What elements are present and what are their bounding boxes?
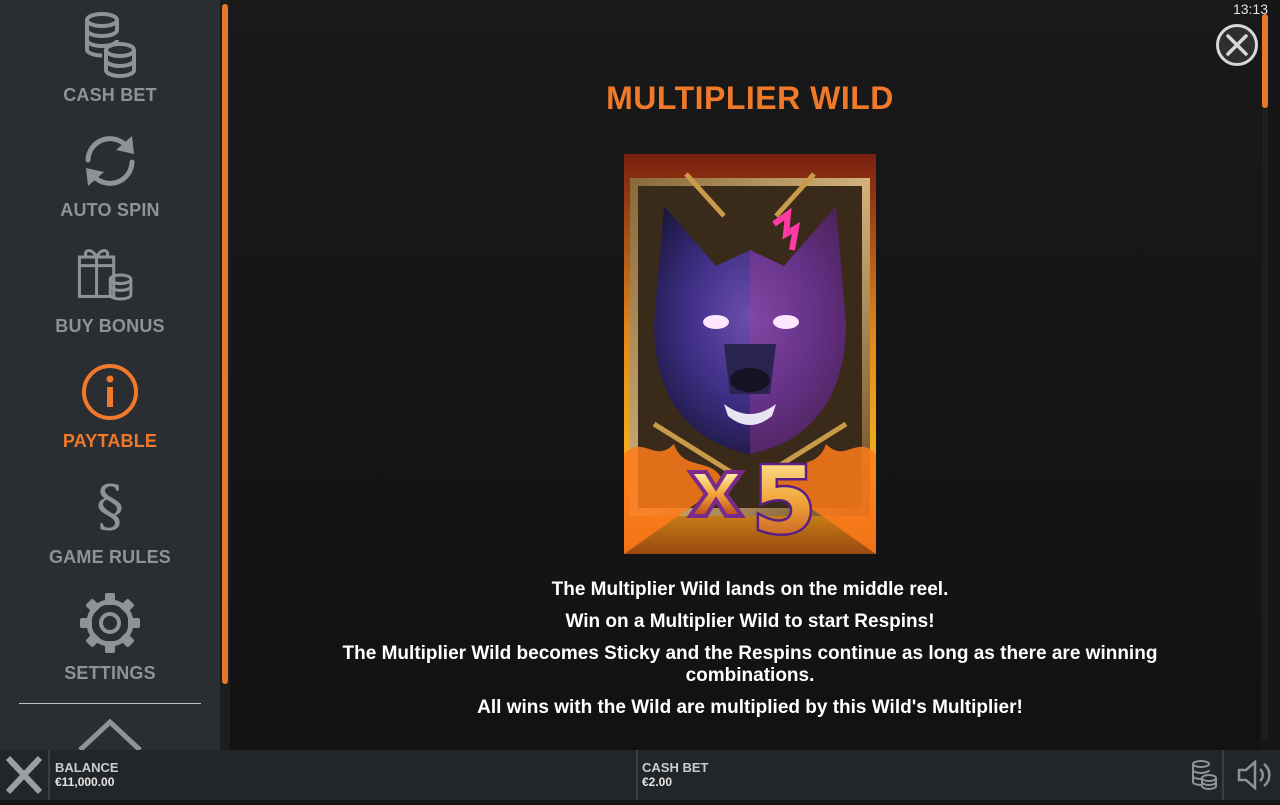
divider	[48, 750, 50, 800]
sidebar-scrollbar[interactable]	[222, 4, 228, 684]
rule-text-4: All wins with the Wild are multiplied by…	[477, 697, 1023, 718]
info-icon	[82, 364, 138, 420]
home-icon[interactable]	[74, 716, 146, 750]
sidebar-menu: CASH BET AUTO SPIN BUY BONUS PAYTABLE § …	[0, 0, 220, 750]
rule-text-1: The Multiplier Wild lands on the middle …	[551, 579, 949, 600]
divider	[636, 750, 638, 800]
sidebar-divider	[19, 703, 201, 704]
sidebar-item-label: AUTO SPIN	[60, 200, 160, 220]
page-title: MULTIPLIER WILD	[606, 80, 894, 116]
balance-value: €11,000.00	[55, 775, 115, 789]
close-icon	[5, 755, 43, 795]
sidebar-item-label: BUY BONUS	[55, 316, 165, 336]
rule-text-3: The Multiplier Wild becomes Sticky and t…	[342, 643, 1158, 686]
sidebar-item-settings[interactable]: SETTINGS	[0, 590, 220, 700]
gear-icon	[80, 593, 140, 653]
section-sign-icon: §	[96, 474, 124, 539]
sidebar-item-label: PAYTABLE	[62, 431, 158, 451]
sidebar-item-cash-bet[interactable]: CASH BET	[0, 10, 220, 120]
content-scroll-track	[1262, 14, 1268, 740]
sidebar-item-buy-bonus[interactable]: BUY BONUS	[0, 240, 220, 350]
balance-label: BALANCE	[55, 760, 119, 775]
coins-icon[interactable]	[1190, 759, 1218, 791]
svg-text:5: 5	[752, 447, 816, 554]
gift-coins-icon	[77, 249, 133, 301]
close-icon	[1226, 34, 1248, 56]
rule-text-2: Win on a Multiplier Wild to start Respin…	[565, 611, 935, 632]
cash-bet-label: CASH BET	[642, 760, 709, 775]
sidebar-item-label: CASH BET	[63, 85, 157, 105]
bottom-bar: BALANCE €11,000.00 CASH BET €2.00	[0, 750, 1280, 800]
sidebar-item-auto-spin[interactable]: AUTO SPIN	[0, 128, 220, 238]
wolf-wild-symbol: 5	[624, 154, 876, 554]
sidebar-item-label: GAME RULES	[48, 547, 171, 567]
exit-button[interactable]	[0, 750, 48, 800]
close-button[interactable]	[1216, 24, 1258, 66]
divider	[1222, 750, 1224, 800]
refresh-icon	[85, 136, 135, 186]
cash-bet-value: €2.00	[642, 775, 673, 789]
sidebar-item-label: SETTINGS	[64, 663, 156, 683]
speaker-icon[interactable]	[1236, 759, 1274, 791]
sidebar-item-game-rules[interactable]: § GAME RULES	[0, 472, 220, 582]
sidebar-item-paytable[interactable]: PAYTABLE	[0, 360, 220, 470]
coins-stack-icon	[85, 12, 136, 78]
